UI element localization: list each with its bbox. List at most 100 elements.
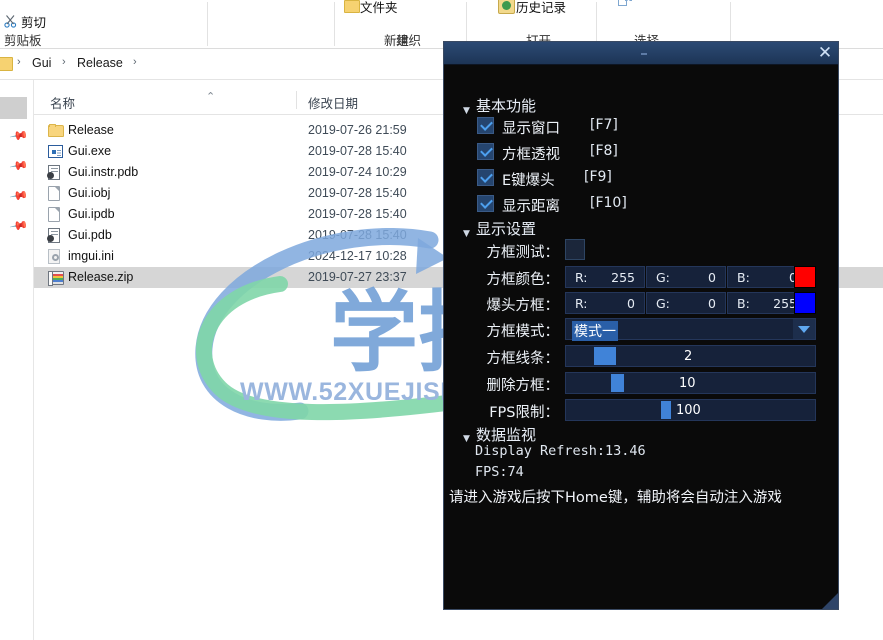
pdb-icon <box>47 228 64 243</box>
channel-value-g: 0 <box>708 270 716 285</box>
pin-icon[interactable]: 📌 <box>9 125 29 145</box>
slider-value-delete-box: 10 <box>679 376 696 391</box>
field-head-color-g[interactable]: G: 0 <box>646 292 726 314</box>
checkbox-show-distance[interactable] <box>477 195 494 212</box>
ini-icon <box>48 249 64 264</box>
slider-handle[interactable] <box>611 374 624 392</box>
file-date: 2019-07-28 15:40 <box>308 228 407 242</box>
file-name: imgui.ini <box>68 249 114 263</box>
chevron-down-icon[interactable]: ▼ <box>463 106 470 116</box>
monitor-display-refresh: Display Refresh:13.46 <box>475 443 646 459</box>
color-swatch-box[interactable] <box>794 266 816 288</box>
checkbox-e-key-headshot[interactable] <box>477 169 494 186</box>
pin-icon[interactable]: 📌 <box>9 155 29 175</box>
label-head-color: 爆头方框： <box>486 298 560 314</box>
label-fps-limit: FPS限制： <box>489 405 559 421</box>
checkbox-label-show-distance: 显示距离 <box>502 199 560 215</box>
chevron-down-icon[interactable]: ▼ <box>463 229 470 239</box>
folder-icon <box>48 123 64 138</box>
column-header-date[interactable]: 修改日期 <box>308 93 358 112</box>
dropdown-box-mode[interactable]: 模式一 <box>565 318 816 341</box>
overlay-window: ✕ ▼ 基本功能 显示窗口 [F7] 方框透视 [F8] E键爆头 [F9] 显… <box>443 41 839 610</box>
file-name: Gui.instr.pdb <box>68 165 139 179</box>
file-date: 2024-12-17 10:28 <box>308 249 407 263</box>
hotkey-box-esp: [F8] <box>590 143 618 159</box>
document-icon <box>48 207 64 222</box>
column-header-name[interactable]: 名称 <box>50 93 75 112</box>
overlay-titlebar[interactable]: ✕ <box>444 42 838 65</box>
label-delete-box: 删除方框： <box>486 378 560 394</box>
slider-handle[interactable] <box>661 401 671 419</box>
pdb-icon <box>47 165 64 180</box>
overlay-body: ▼ 基本功能 显示窗口 [F7] 方框透视 [F8] E键爆头 [F9] 显示距… <box>444 64 838 611</box>
label-box-mode: 方框模式： <box>486 324 560 340</box>
file-name: Release <box>68 123 114 137</box>
ribbon-button-new-folder-label: 文件夹 <box>360 1 398 15</box>
file-date: 2019-07-28 15:40 <box>308 207 407 221</box>
hotkey-e-key-headshot: [F9] <box>584 169 612 185</box>
channel-value-r: 0 <box>627 296 635 311</box>
label-box-line: 方框线条： <box>486 351 560 367</box>
breadcrumb-separator: › <box>133 56 137 68</box>
injection-note: 请进入游戏后按下Home键，辅助将会自动注入游戏 <box>449 490 782 506</box>
breadcrumb-separator: › <box>17 56 21 68</box>
file-date: 2019-07-28 15:40 <box>308 186 407 200</box>
field-box-color-g[interactable]: G: 0 <box>646 266 726 288</box>
column-divider[interactable] <box>296 91 297 109</box>
pin-icon[interactable]: 📌 <box>9 185 29 205</box>
select-icon[interactable] <box>618 0 632 9</box>
channel-label-g: G: <box>656 270 670 285</box>
ribbon-button-cut-label: 剪切 <box>21 16 47 30</box>
label-box-color: 方框颜色： <box>486 272 560 288</box>
slider-handle[interactable] <box>594 347 616 365</box>
file-date: 2019-07-24 10:29 <box>308 165 407 179</box>
color-preview-box-test[interactable] <box>565 239 585 260</box>
hotkey-show-distance: [F10] <box>590 195 627 211</box>
resize-grip[interactable] <box>822 593 838 609</box>
checkbox-box-esp[interactable] <box>477 143 494 160</box>
checkbox-label-show-window: 显示窗口 <box>502 121 560 137</box>
breadcrumb-folder-icon <box>0 57 13 71</box>
breadcrumb-item-release[interactable]: Release <box>77 56 123 70</box>
monitor-fps: FPS:74 <box>475 464 524 480</box>
channel-value-r: 255 <box>611 270 635 285</box>
exe-icon <box>48 144 64 159</box>
channel-label-b: B: <box>737 296 750 311</box>
sort-ascending-icon: ⌃ <box>206 91 216 103</box>
section-header-monitor: 数据监视 <box>476 426 537 444</box>
close-icon[interactable]: ✕ <box>815 43 835 63</box>
chevron-down-icon[interactable] <box>793 319 815 339</box>
chevron-down-icon[interactable]: ▼ <box>463 434 470 444</box>
file-name: Release.zip <box>68 270 134 284</box>
pin-icon[interactable]: 📌 <box>9 215 29 235</box>
ribbon-divider <box>466 2 467 46</box>
label-box-test: 方框测试： <box>486 245 560 261</box>
file-date: 2019-07-26 21:59 <box>308 123 407 137</box>
slider-value-fps-limit: 100 <box>676 403 701 418</box>
channel-label-r: R: <box>575 270 588 285</box>
slider-value-box-line: 2 <box>684 349 693 364</box>
file-date: 2019-07-28 15:40 <box>308 144 407 158</box>
slider-fps-limit[interactable]: 100 <box>565 399 816 421</box>
nav-selected-band <box>0 97 27 119</box>
breadcrumb-item-gui[interactable]: Gui <box>32 56 51 70</box>
ribbon-divider <box>730 2 731 46</box>
slider-delete-box[interactable]: 10 <box>565 372 816 394</box>
ribbon-group-clipboard: 剪切 剪贴板 <box>0 0 207 48</box>
channel-label-g: G: <box>656 296 670 311</box>
ribbon-divider <box>334 2 335 46</box>
file-name: Gui.ipdb <box>68 207 115 221</box>
field-box-color-r[interactable]: R: 255 <box>565 266 645 288</box>
checkbox-label-e-key-headshot: E键爆头 <box>502 173 555 189</box>
breadcrumb-separator: › <box>62 56 66 68</box>
channel-label-b: B: <box>737 270 750 285</box>
checkbox-show-window[interactable] <box>477 117 494 134</box>
zip-icon <box>48 270 64 286</box>
field-head-color-r[interactable]: R: 0 <box>565 292 645 314</box>
channel-value-g: 0 <box>708 296 716 311</box>
slider-box-line[interactable]: 2 <box>565 345 816 367</box>
color-swatch-head[interactable] <box>794 292 816 314</box>
cut-icon <box>4 15 17 28</box>
channel-label-r: R: <box>575 296 588 311</box>
document-icon <box>48 186 64 201</box>
